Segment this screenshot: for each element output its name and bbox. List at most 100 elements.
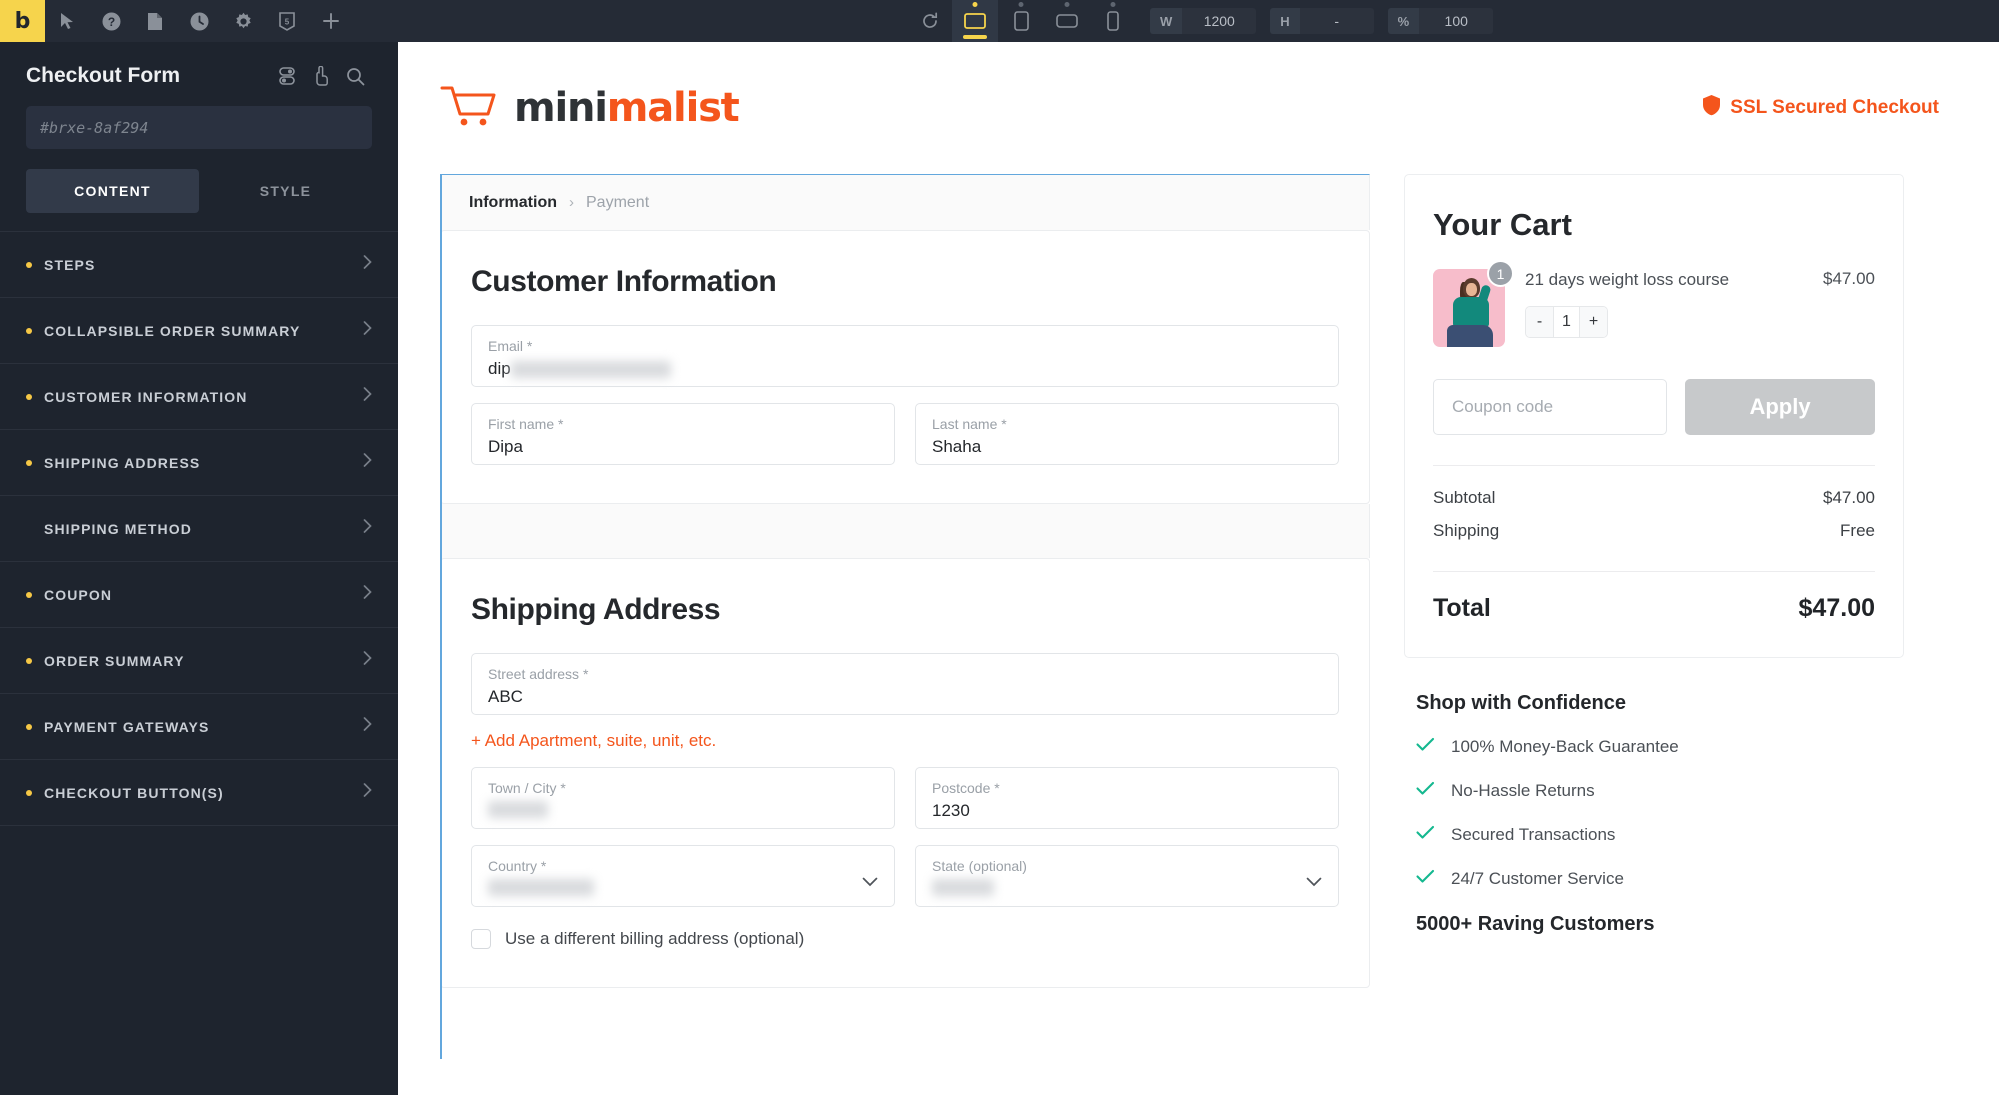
checkout-form-column: Information › Payment Customer Informati… [440,174,1370,1059]
chevron-right-icon [363,255,372,274]
element-id-input[interactable]: #brxe-8af294 [26,106,372,149]
sidebar-item-customer-information[interactable]: CUSTOMER INFORMATION [0,364,398,430]
quantity-badge: 1 [1487,260,1514,287]
tab-content[interactable]: CONTENT [26,169,199,213]
cart-panel: Your Cart 1 21 days weight loss course - [1404,174,1904,658]
sidebar-item-payment-gateways[interactable]: PAYMENT GATEWAYS [0,694,398,760]
email-label: Email * [488,338,533,354]
shipping-cost-label: Shipping [1433,521,1500,540]
active-dot [26,591,32,598]
street-address-field[interactable]: Street address * ABC [471,653,1339,715]
billing-address-toggle[interactable]: Use a different billing address (optiona… [471,929,1339,949]
postcode-field[interactable]: Postcode * 1230 [915,767,1339,829]
device-mobile-button[interactable] [1090,0,1136,42]
zoom-value[interactable]: 100 [1419,8,1494,34]
site-logo[interactable]: minimalist [440,84,740,133]
chevron-right-icon [363,453,372,472]
redacted-city-mask [488,801,548,819]
step-payment[interactable]: Payment [586,194,649,212]
active-dot [26,261,32,268]
product-name: 21 days weight loss course [1525,270,1730,289]
device-tablet-landscape-button[interactable] [1044,0,1090,42]
product-price: $47.00 [1823,269,1875,288]
active-dot [26,526,32,532]
sidebar-item-steps[interactable]: STEPS [0,232,398,298]
trust-item-label: Secured Transactions [1451,825,1616,844]
town-city-field[interactable]: Town / City * [471,767,895,829]
street-address-label: Street address * [488,666,589,682]
refresh-icon[interactable] [908,0,952,42]
product-thumbnail-wrap: 1 [1433,260,1514,347]
sidebar-item-shipping-address[interactable]: SHIPPING ADDRESS [0,430,398,496]
settings-accordion-list: STEPS COLLAPSIBLE ORDER SUMMARY CUSTOMER… [0,231,398,826]
chevron-down-icon [1306,874,1322,892]
sidebar-item-collapsible-order-summary[interactable]: COLLAPSIBLE ORDER SUMMARY [0,298,398,364]
click-pointer-icon[interactable] [304,66,338,86]
sidebar-item-coupon[interactable]: COUPON [0,562,398,628]
device-indicator-dot [1110,2,1116,7]
quantity-stepper[interactable]: - 1 + [1525,305,1608,338]
sidebar-item-label: SHIPPING METHOD [44,520,192,537]
logo-text-accent: malist [606,85,740,131]
postcode-value: 1230 [932,801,970,820]
cart-line-item: 1 21 days weight loss course - 1 + $47.0… [1433,260,1875,347]
sidebar-item-checkout-buttons[interactable]: CHECKOUT BUTTON(S) [0,760,398,826]
subtotal-label: Subtotal [1433,488,1496,507]
sidebar-item-label: COLLAPSIBLE ORDER SUMMARY [44,322,301,339]
sidebar-item-shipping-method[interactable]: SHIPPING METHOD [0,496,398,562]
town-city-label: Town / City * [488,780,566,796]
section-spacer [440,504,1370,558]
coupon-input[interactable]: Coupon code [1433,379,1667,435]
quantity-value[interactable]: 1 [1553,306,1580,337]
customer-information-section: Customer Information Email * dip First n… [440,230,1370,504]
last-name-field[interactable]: Last name * Shaha [915,403,1339,465]
search-icon[interactable] [338,67,372,86]
first-name-field[interactable]: First name * Dipa [471,403,895,465]
width-value[interactable]: 1200 [1182,8,1257,34]
state-select[interactable]: State (optional) [915,845,1339,907]
pages-icon[interactable] [133,0,177,42]
quantity-increase-button[interactable]: + [1580,306,1607,337]
step-information[interactable]: Information [469,194,557,212]
css-icon[interactable]: 5 [265,0,309,42]
help-icon[interactable]: ? [89,0,133,42]
last-name-value: Shaha [932,437,982,456]
height-value[interactable]: - [1299,8,1374,34]
subtotal-value: $47.00 [1823,488,1875,507]
history-icon[interactable] [177,0,221,42]
device-desktop-button[interactable] [952,0,998,42]
active-dot [26,657,32,664]
first-name-label: First name * [488,416,564,432]
sidebar-item-order-summary[interactable]: ORDER SUMMARY [0,628,398,694]
device-tablet-portrait-button[interactable] [998,0,1044,42]
sidebar-item-label: ORDER SUMMARY [44,652,185,669]
check-icon [1416,737,1435,757]
shield-icon [1702,94,1721,122]
tab-style[interactable]: STYLE [199,169,372,213]
settings-icon[interactable] [221,0,265,42]
email-field[interactable]: Email * dip [471,325,1339,387]
country-select[interactable]: Country * [471,845,895,907]
state-label: State (optional) [932,858,1027,874]
panel-header: Checkout Form [0,42,398,88]
add-apartment-link[interactable]: + Add Apartment, suite, unit, etc. [471,731,1339,751]
apply-coupon-button[interactable]: Apply [1685,379,1875,435]
canvas-width-field[interactable]: W 1200 [1150,8,1257,34]
chevron-right-icon [363,651,372,670]
shipping-address-heading: Shipping Address [471,593,721,626]
canvas-height-field[interactable]: H - [1270,8,1374,34]
chevron-down-icon [862,874,878,892]
trust-badges-section: Shop with Confidence 100% Money-Back Gua… [1404,658,1904,936]
panel-tabs: CONTENT STYLE [26,169,372,213]
first-name-value: Dipa [488,437,523,456]
billing-address-checkbox[interactable] [471,929,491,949]
trust-item: 100% Money-Back Guarantee [1416,737,1892,757]
bricks-logo-button[interactable]: b [0,0,45,42]
canvas-zoom-field[interactable]: % 100 [1387,8,1494,34]
height-label: H [1270,8,1300,34]
toggle-settings-icon[interactable] [270,66,304,86]
cursor-icon[interactable] [45,0,89,42]
quantity-decrease-button[interactable]: - [1526,306,1553,337]
coupon-row: Coupon code Apply [1433,379,1875,435]
add-icon[interactable] [309,0,353,42]
